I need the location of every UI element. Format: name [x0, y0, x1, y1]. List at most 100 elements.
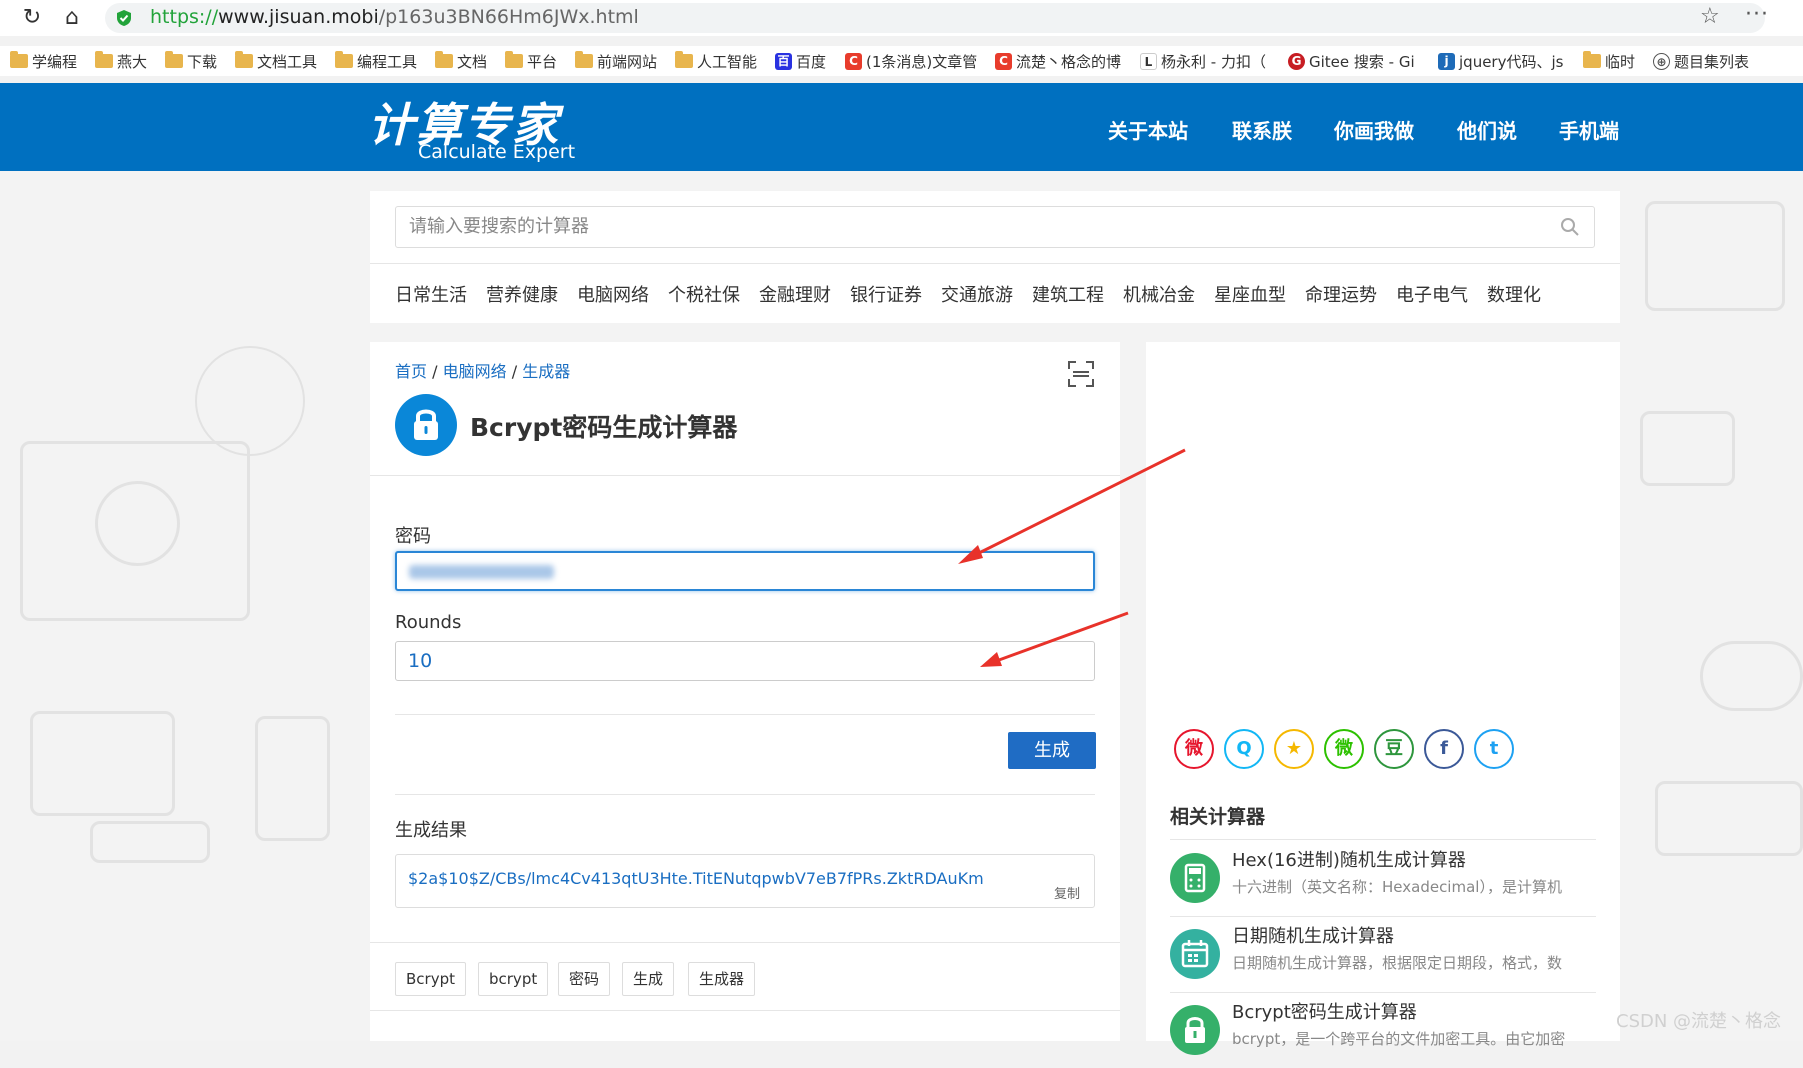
related-item-name: Hex(16进制)随机生成计算器: [1232, 850, 1466, 871]
bookmark-item[interactable]: ⊕ 题目集列表: [1653, 49, 1749, 73]
related-item-name: 日期随机生成计算器: [1232, 926, 1394, 947]
breadcrumb-current[interactable]: 生成器: [522, 362, 570, 381]
bookmark-item[interactable]: L 杨永利 - 力扣（: [1140, 49, 1266, 73]
tag[interactable]: 生成: [622, 962, 675, 996]
bookmark-item[interactable]: 燕大: [95, 49, 147, 73]
reload-icon[interactable]: ↻: [18, 4, 46, 32]
result-field[interactable]: $2a$10$Z/CBs/lmc4Cv413qtU3Hte.TitENutqpw…: [395, 854, 1095, 908]
bookmark-item[interactable]: C (1条消息)文章管: [845, 49, 977, 73]
category-link[interactable]: 日常生活: [395, 281, 467, 307]
cassette-doodle: [1645, 201, 1785, 311]
rounds-label: Rounds: [395, 612, 462, 633]
breadcrumb-separator: /: [432, 362, 438, 381]
address-bar[interactable]: https://www.jisuan.mobi/p163u3BN66Hm6JWx…: [105, 3, 1765, 33]
search-panel: 请输入要搜索的计算器 日常生活 营养健康 电脑网络 个税社保 金融理财 银行证券…: [370, 191, 1620, 323]
jquery-icon: j: [1438, 52, 1455, 70]
bookmark-item[interactable]: 文档工具: [235, 49, 317, 73]
category-link[interactable]: 个税社保: [668, 281, 740, 307]
bookmark-label: 下载: [187, 52, 218, 71]
wechat-icon[interactable]: 微: [1324, 729, 1364, 769]
related-item[interactable]: Bcrypt密码生成计算器 bcrypt，是一个跨平台的文件加密工具。由它加密: [1170, 994, 1596, 1068]
weibo-icon[interactable]: 微: [1174, 729, 1214, 769]
category-link[interactable]: 数理化: [1487, 281, 1541, 307]
leetcode-icon: L: [1140, 52, 1157, 70]
related-item-desc: 日期随机生成计算器，根据限定日期段，格式，数: [1232, 954, 1563, 972]
breadcrumb-home[interactable]: 首页: [395, 362, 427, 381]
bookmark-item[interactable]: 学编程: [10, 49, 77, 73]
page-title: Bcrypt密码生成计算器: [470, 413, 738, 442]
bookmark-item[interactable]: G Gitee 搜索 - Gi: [1288, 49, 1415, 73]
tag[interactable]: 密码: [558, 962, 611, 996]
category-link[interactable]: 交通旅游: [941, 281, 1013, 307]
nav-mobile[interactable]: 手机端: [1559, 115, 1619, 144]
bookmark-item[interactable]: 临时: [1583, 49, 1635, 73]
qrcode-icon[interactable]: [1067, 360, 1095, 388]
bookmark-item[interactable]: C 流楚丶格念的博: [995, 49, 1121, 73]
category-link[interactable]: 银行证券: [850, 281, 922, 307]
category-link[interactable]: 建筑工程: [1032, 281, 1104, 307]
nav-testimonials[interactable]: 他们说: [1457, 115, 1517, 144]
folder-icon: [435, 51, 453, 68]
divider: [370, 942, 1120, 943]
facebook-icon[interactable]: f: [1424, 729, 1464, 769]
bookmark-label: 流楚丶格念的博: [1016, 52, 1122, 71]
qzone-icon[interactable]: ★: [1274, 729, 1314, 769]
copy-button[interactable]: 复制: [1054, 883, 1080, 902]
related-item-desc: bcrypt，是一个跨平台的文件加密工具。由它加密: [1232, 1030, 1566, 1048]
category-link[interactable]: 电子电气: [1396, 281, 1468, 307]
nav-draw[interactable]: 你画我做: [1334, 115, 1414, 144]
category-link[interactable]: 机械冶金: [1123, 281, 1195, 307]
tag[interactable]: 生成器: [688, 962, 756, 996]
watermark: CSDN @流楚丶格念: [1616, 1011, 1782, 1032]
tag[interactable]: Bcrypt: [395, 962, 466, 996]
category-link[interactable]: 营养健康: [486, 281, 558, 307]
home-icon[interactable]: ⌂: [58, 4, 86, 32]
tag[interactable]: bcrypt: [478, 962, 549, 996]
redacted-password: [409, 565, 554, 579]
category-link[interactable]: 电脑网络: [577, 281, 649, 307]
calculator-panel: 首页 / 电脑网络 / 生成器 Bcrypt密码生成计算器 密码 Rounds …: [370, 342, 1120, 1041]
rounds-field[interactable]: 10: [395, 641, 1095, 681]
lock-icon: [395, 394, 457, 456]
twitter-icon[interactable]: t: [1474, 729, 1514, 769]
url-text: https://www.jisuan.mobi/p163u3BN66Hm6JWx…: [150, 6, 639, 28]
related-item[interactable]: 日期随机生成计算器 日期随机生成计算器，根据限定日期段，格式，数: [1170, 918, 1596, 992]
divider: [370, 475, 1120, 476]
bookmark-item[interactable]: 下载: [165, 49, 217, 73]
related-item-desc: 十六进制（英文名称：Hexadecimal），是计算机: [1232, 878, 1562, 896]
category-link[interactable]: 星座血型: [1214, 281, 1286, 307]
douban-icon[interactable]: 豆: [1374, 729, 1414, 769]
bookmark-item[interactable]: j jquery代码、js: [1438, 49, 1563, 73]
password-label: 密码: [395, 526, 431, 547]
breadcrumb-separator: /: [511, 362, 518, 381]
result-label: 生成结果: [395, 820, 467, 841]
qq-icon[interactable]: Q: [1224, 729, 1264, 769]
bookmark-item[interactable]: 前端网站: [575, 49, 657, 73]
bookmark-label: 人工智能: [697, 52, 758, 71]
result-value: $2a$10$Z/CBs/lmc4Cv413qtU3Hte.TitENutqpw…: [408, 869, 984, 888]
generate-button[interactable]: 生成: [1008, 732, 1096, 769]
divider: [395, 714, 1095, 715]
breadcrumb-category[interactable]: 电脑网络: [443, 362, 507, 381]
password-field[interactable]: [395, 551, 1095, 591]
search-icon[interactable]: [1560, 217, 1580, 237]
bookmark-star-icon[interactable]: ☆: [1700, 4, 1720, 29]
search-input[interactable]: 请输入要搜索的计算器: [395, 206, 1595, 248]
bookmark-label: 临时: [1605, 52, 1636, 71]
related-item[interactable]: Hex(16进制)随机生成计算器 十六进制（英文名称：Hexadecimal），…: [1170, 842, 1596, 916]
gamepad-doodle: [1700, 641, 1803, 711]
bookmark-item[interactable]: 百百度: [775, 49, 826, 73]
nav-about[interactable]: 关于本站: [1108, 115, 1188, 144]
folder-icon: [165, 51, 183, 68]
lock-icon: [1170, 1005, 1220, 1055]
bookmark-item[interactable]: 编程工具: [335, 49, 417, 73]
divider: [370, 263, 1620, 264]
keyboard-doodle: [1655, 781, 1803, 856]
category-link[interactable]: 金融理财: [759, 281, 831, 307]
bookmark-item[interactable]: 人工智能: [675, 49, 757, 73]
more-icon[interactable]: ···: [1745, 2, 1769, 27]
bookmark-item[interactable]: 文档: [435, 49, 487, 73]
bookmark-item[interactable]: 平台: [505, 49, 557, 73]
category-link[interactable]: 命理运势: [1305, 281, 1377, 307]
nav-contact[interactable]: 联系朕: [1232, 115, 1292, 144]
